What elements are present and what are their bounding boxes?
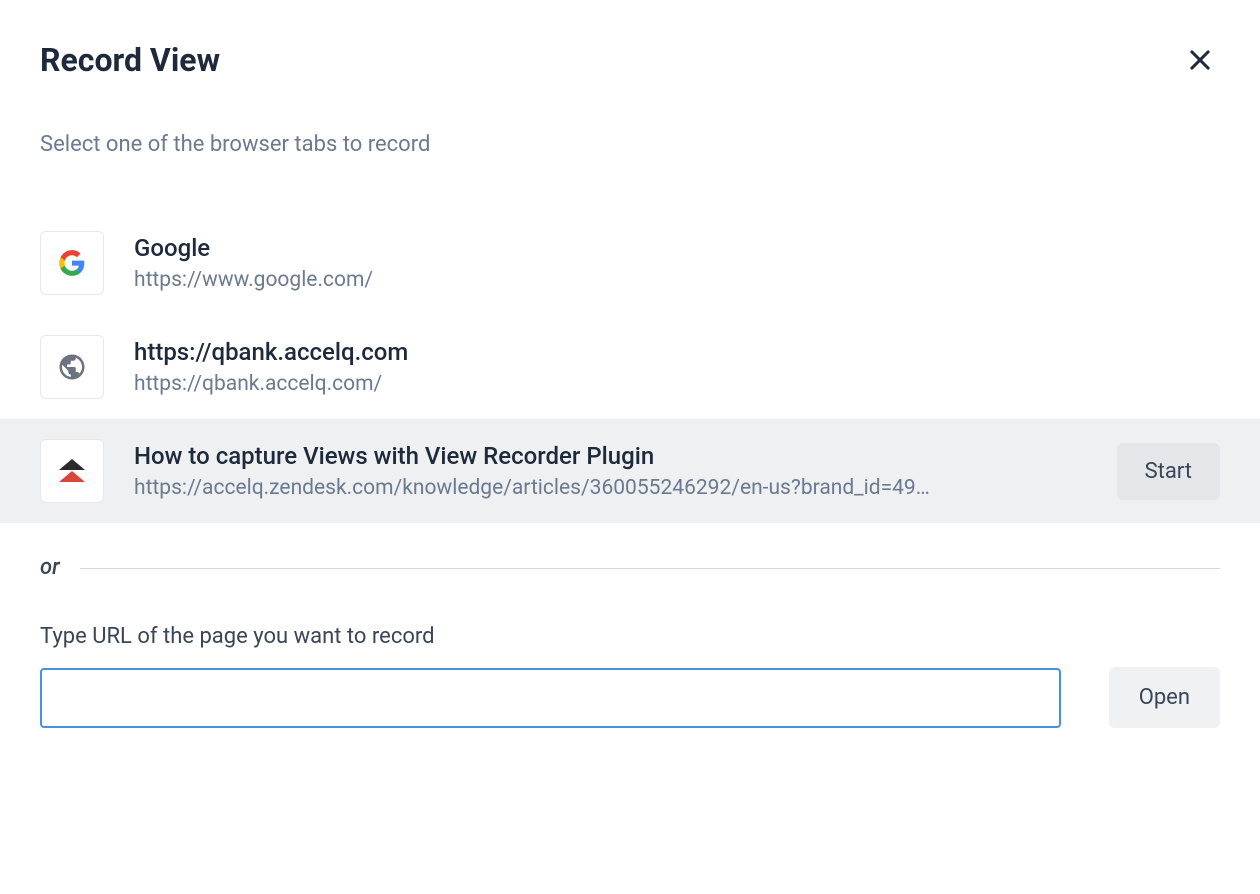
tab-list: Google https://www.google.com/ https://q… [0, 211, 1260, 523]
tab-url: https://accelq.zendesk.com/knowledge/art… [134, 476, 1087, 500]
tab-item-qbank[interactable]: https://qbank.accelq.com https://qbank.a… [0, 315, 1260, 419]
tab-title: Google [134, 234, 1220, 262]
instruction-text: Select one of the browser tabs to record [0, 80, 1260, 157]
start-button[interactable]: Start [1117, 443, 1220, 500]
tab-title: https://qbank.accelq.com [134, 338, 1220, 366]
url-input-label: Type URL of the page you want to record [40, 624, 1220, 649]
tab-title: How to capture Views with View Recorder … [134, 442, 1087, 470]
google-icon [40, 231, 104, 295]
globe-icon [40, 335, 104, 399]
open-button[interactable]: Open [1109, 667, 1220, 728]
close-button[interactable] [1180, 40, 1220, 80]
url-input[interactable] [40, 668, 1061, 728]
tab-item-google[interactable]: Google https://www.google.com/ [0, 211, 1260, 315]
close-icon [1186, 46, 1214, 74]
tab-url: https://www.google.com/ [134, 268, 1220, 292]
divider-line [80, 568, 1220, 569]
page-title: Record View [40, 41, 220, 79]
or-divider-label: or [40, 555, 60, 580]
tab-item-accelq-article[interactable]: How to capture Views with View Recorder … [0, 419, 1260, 523]
accelq-icon [40, 439, 104, 503]
tab-url: https://qbank.accelq.com/ [134, 372, 1220, 396]
